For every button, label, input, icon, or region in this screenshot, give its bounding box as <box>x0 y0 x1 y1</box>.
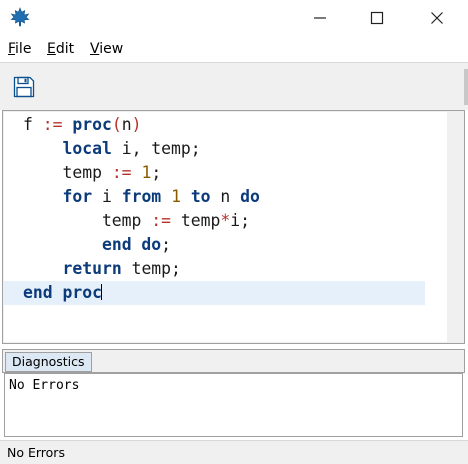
save-button[interactable] <box>12 75 36 99</box>
toolbar <box>0 62 468 110</box>
code-editor[interactable]: f := proc(n) local i, temp; temp := 1; f… <box>4 112 447 342</box>
minimize-icon <box>314 17 326 19</box>
maximize-button[interactable] <box>349 0 405 36</box>
close-button[interactable] <box>409 0 465 36</box>
status-bar: No Errors <box>0 440 468 464</box>
maximize-icon <box>370 11 384 25</box>
menu-edit-mnemonic: E <box>47 41 56 57</box>
code-token: i; <box>230 211 251 230</box>
minimize-button[interactable] <box>292 0 348 36</box>
code-token: to <box>190 187 211 206</box>
code-token: := <box>151 211 172 230</box>
maple-leaf-icon[interactable] <box>10 7 30 27</box>
menu-edit[interactable]: Edit <box>47 41 74 57</box>
code-line[interactable]: return temp; <box>4 257 425 281</box>
code-token: do <box>240 187 260 206</box>
code-token: 1 <box>141 163 152 182</box>
menu-file-label: ile <box>15 41 32 57</box>
menu-bar: File Edit View <box>0 36 468 62</box>
code-token: temp <box>171 211 221 230</box>
code-token: := <box>111 163 132 182</box>
menu-view-mnemonic: V <box>90 41 100 57</box>
code-token: i <box>92 187 122 206</box>
code-token: return <box>62 259 122 278</box>
tab-diagnostics[interactable]: Diagnostics <box>5 352 92 372</box>
code-token: 1 <box>171 187 181 206</box>
menu-edit-label: dit <box>55 41 75 57</box>
title-bar <box>0 0 468 36</box>
code-editor-frame: f := proc(n) local i, temp; temp := 1; f… <box>2 110 465 344</box>
code-token: from <box>121 187 162 206</box>
code-token: temp <box>23 163 112 182</box>
code-token: temp <box>23 211 152 230</box>
code-line[interactable]: end proc <box>4 281 425 305</box>
editor-vertical-scrollbar[interactable] <box>448 112 464 342</box>
code-token: ; <box>161 235 172 254</box>
code-token: end do <box>101 235 162 254</box>
code-token: i, temp; <box>111 139 201 158</box>
code-line[interactable]: f := proc(n) <box>4 113 425 137</box>
code-line[interactable]: end do; <box>4 233 425 257</box>
code-token: end proc <box>23 283 102 302</box>
menu-view[interactable]: View <box>90 41 123 57</box>
code-token: := <box>42 115 63 134</box>
menu-view-label: iew <box>99 41 124 57</box>
toolbar-grip <box>464 69 468 105</box>
code-token: n <box>121 115 132 134</box>
menu-file-mnemonic: F <box>8 41 16 57</box>
diagnostics-tab-strip: Diagnostics <box>2 349 465 373</box>
code-token: f <box>23 115 43 134</box>
code-line[interactable]: for i from 1 to n do <box>4 185 425 209</box>
code-token: for <box>62 187 93 206</box>
code-token: ( <box>111 115 122 134</box>
code-line[interactable]: local i, temp; <box>4 137 425 161</box>
save-icon <box>13 76 35 98</box>
status-text: No Errors <box>7 445 65 460</box>
code-token: proc <box>72 115 112 134</box>
code-token: ) <box>131 115 142 134</box>
code-line[interactable]: temp := 1; <box>4 161 425 185</box>
diagnostics-panel: No Errors <box>4 373 463 437</box>
code-token: * <box>220 211 231 230</box>
code-line[interactable]: temp := temp*i; <box>4 209 425 233</box>
code-token: ; <box>151 163 162 182</box>
code-token: temp; <box>121 259 181 278</box>
code-token: local <box>62 139 112 158</box>
code-token: n <box>210 187 241 206</box>
close-icon <box>431 12 443 24</box>
diagnostics-message: No Errors <box>9 378 80 393</box>
menu-file[interactable]: File <box>8 41 31 57</box>
text-caret <box>100 284 102 300</box>
